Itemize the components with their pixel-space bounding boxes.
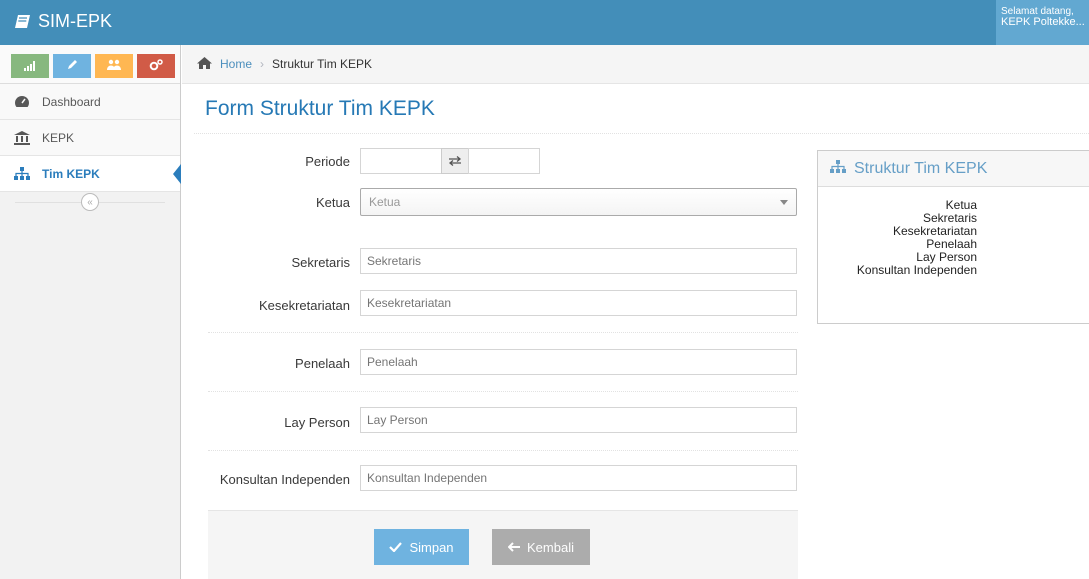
sidebar-item-tim-kepk[interactable]: Tim KEPK bbox=[0, 156, 181, 192]
sidebar-collapse-button[interactable]: « bbox=[81, 193, 99, 211]
sekretaris-input[interactable] bbox=[360, 248, 797, 274]
tachometer-icon bbox=[12, 95, 32, 108]
save-button-label: Simpan bbox=[409, 539, 454, 555]
sidebar-item-label: KEPK bbox=[42, 130, 75, 145]
widget-header: Struktur Tim KEPK bbox=[818, 151, 1089, 187]
shortcut-users-button[interactable] bbox=[95, 54, 133, 78]
sitemap-icon bbox=[830, 159, 846, 178]
shortcut-signal-button[interactable] bbox=[11, 54, 49, 78]
form-actions: Simpan Kembali bbox=[208, 510, 798, 579]
signal-icon bbox=[24, 59, 36, 74]
sidebar-item-label: Dashboard bbox=[42, 94, 101, 109]
widget-title: Struktur Tim KEPK bbox=[854, 159, 988, 177]
institution-icon bbox=[12, 130, 32, 145]
penelaah-input[interactable] bbox=[360, 349, 797, 375]
role-item: Konsultan Independen bbox=[856, 263, 977, 277]
sidebar: Dashboard KEPK Tim KEPK « bbox=[0, 45, 181, 579]
arrow-left-icon bbox=[507, 540, 521, 555]
page-title: Form Struktur Tim KEPK bbox=[205, 97, 435, 120]
home-icon bbox=[197, 56, 212, 72]
breadcrumb: Home › Struktur Tim KEPK bbox=[182, 45, 1089, 84]
ketua-select-value: Ketua bbox=[369, 195, 401, 209]
ketua-label: Ketua bbox=[316, 195, 350, 210]
sekretaris-label: Sekretaris bbox=[291, 255, 350, 270]
lay-person-input[interactable] bbox=[360, 407, 797, 433]
breadcrumb-current: Struktur Tim KEPK bbox=[272, 57, 373, 71]
periode-end-input[interactable] bbox=[468, 148, 540, 174]
breadcrumb-home-link[interactable]: Home bbox=[220, 57, 252, 71]
divider bbox=[208, 391, 798, 392]
penelaah-label: Penelaah bbox=[295, 356, 350, 371]
periode-swap-addon bbox=[441, 148, 469, 174]
kesekretariatan-input[interactable] bbox=[360, 290, 797, 316]
lay-person-label: Lay Person bbox=[284, 415, 350, 430]
back-button[interactable]: Kembali bbox=[492, 529, 590, 565]
shortcut-cogs-button[interactable] bbox=[137, 54, 175, 78]
konsultan-label: Konsultan Independen bbox=[219, 472, 350, 487]
sidebar-shortcuts bbox=[0, 45, 180, 84]
ketua-select[interactable]: Ketua bbox=[360, 188, 797, 216]
sidebar-item-kepk[interactable]: KEPK bbox=[0, 120, 180, 156]
cogs-icon bbox=[149, 58, 163, 74]
kesekretariatan-label: Kesekretariatan bbox=[258, 298, 350, 313]
sitemap-icon bbox=[12, 167, 32, 180]
check-icon bbox=[389, 540, 403, 555]
sidebar-item-dashboard[interactable]: Dashboard bbox=[0, 84, 180, 120]
app-title: SIM-EPK bbox=[38, 11, 113, 31]
sidebar-collapse-row: « bbox=[0, 192, 180, 212]
book-icon bbox=[14, 14, 32, 30]
konsultan-input[interactable] bbox=[360, 465, 797, 491]
sidebar-item-label: Tim KEPK bbox=[42, 166, 100, 181]
double-angle-left-icon: « bbox=[87, 196, 93, 208]
caret-down-icon bbox=[780, 200, 788, 205]
divider bbox=[194, 133, 1089, 134]
save-button[interactable]: Simpan bbox=[374, 529, 469, 565]
shortcut-pencil-button[interactable] bbox=[53, 54, 91, 78]
divider bbox=[208, 450, 798, 451]
exchange-icon bbox=[448, 154, 462, 169]
struktur-widget: Struktur Tim KEPK Ketua Sekretaris Kesek… bbox=[817, 150, 1089, 324]
divider bbox=[208, 332, 798, 333]
back-button-label: Kembali bbox=[527, 539, 574, 555]
pencil-icon bbox=[66, 59, 78, 74]
widget-body: Ketua Sekretaris Kesekretariatan Penelaa… bbox=[818, 187, 1089, 277]
periode-label: Periode bbox=[305, 154, 350, 169]
brand[interactable]: SIM-EPK bbox=[14, 11, 112, 32]
periode-start-input[interactable] bbox=[360, 148, 442, 174]
top-navbar: SIM-EPK Selamat datang, KEPK Poltekke... bbox=[0, 0, 1089, 45]
breadcrumb-separator-icon: › bbox=[260, 57, 265, 71]
user-menu[interactable]: Selamat datang, KEPK Poltekke... bbox=[996, 0, 1089, 45]
users-icon bbox=[107, 59, 121, 74]
user-name: KEPK Poltekke... bbox=[1001, 16, 1085, 28]
